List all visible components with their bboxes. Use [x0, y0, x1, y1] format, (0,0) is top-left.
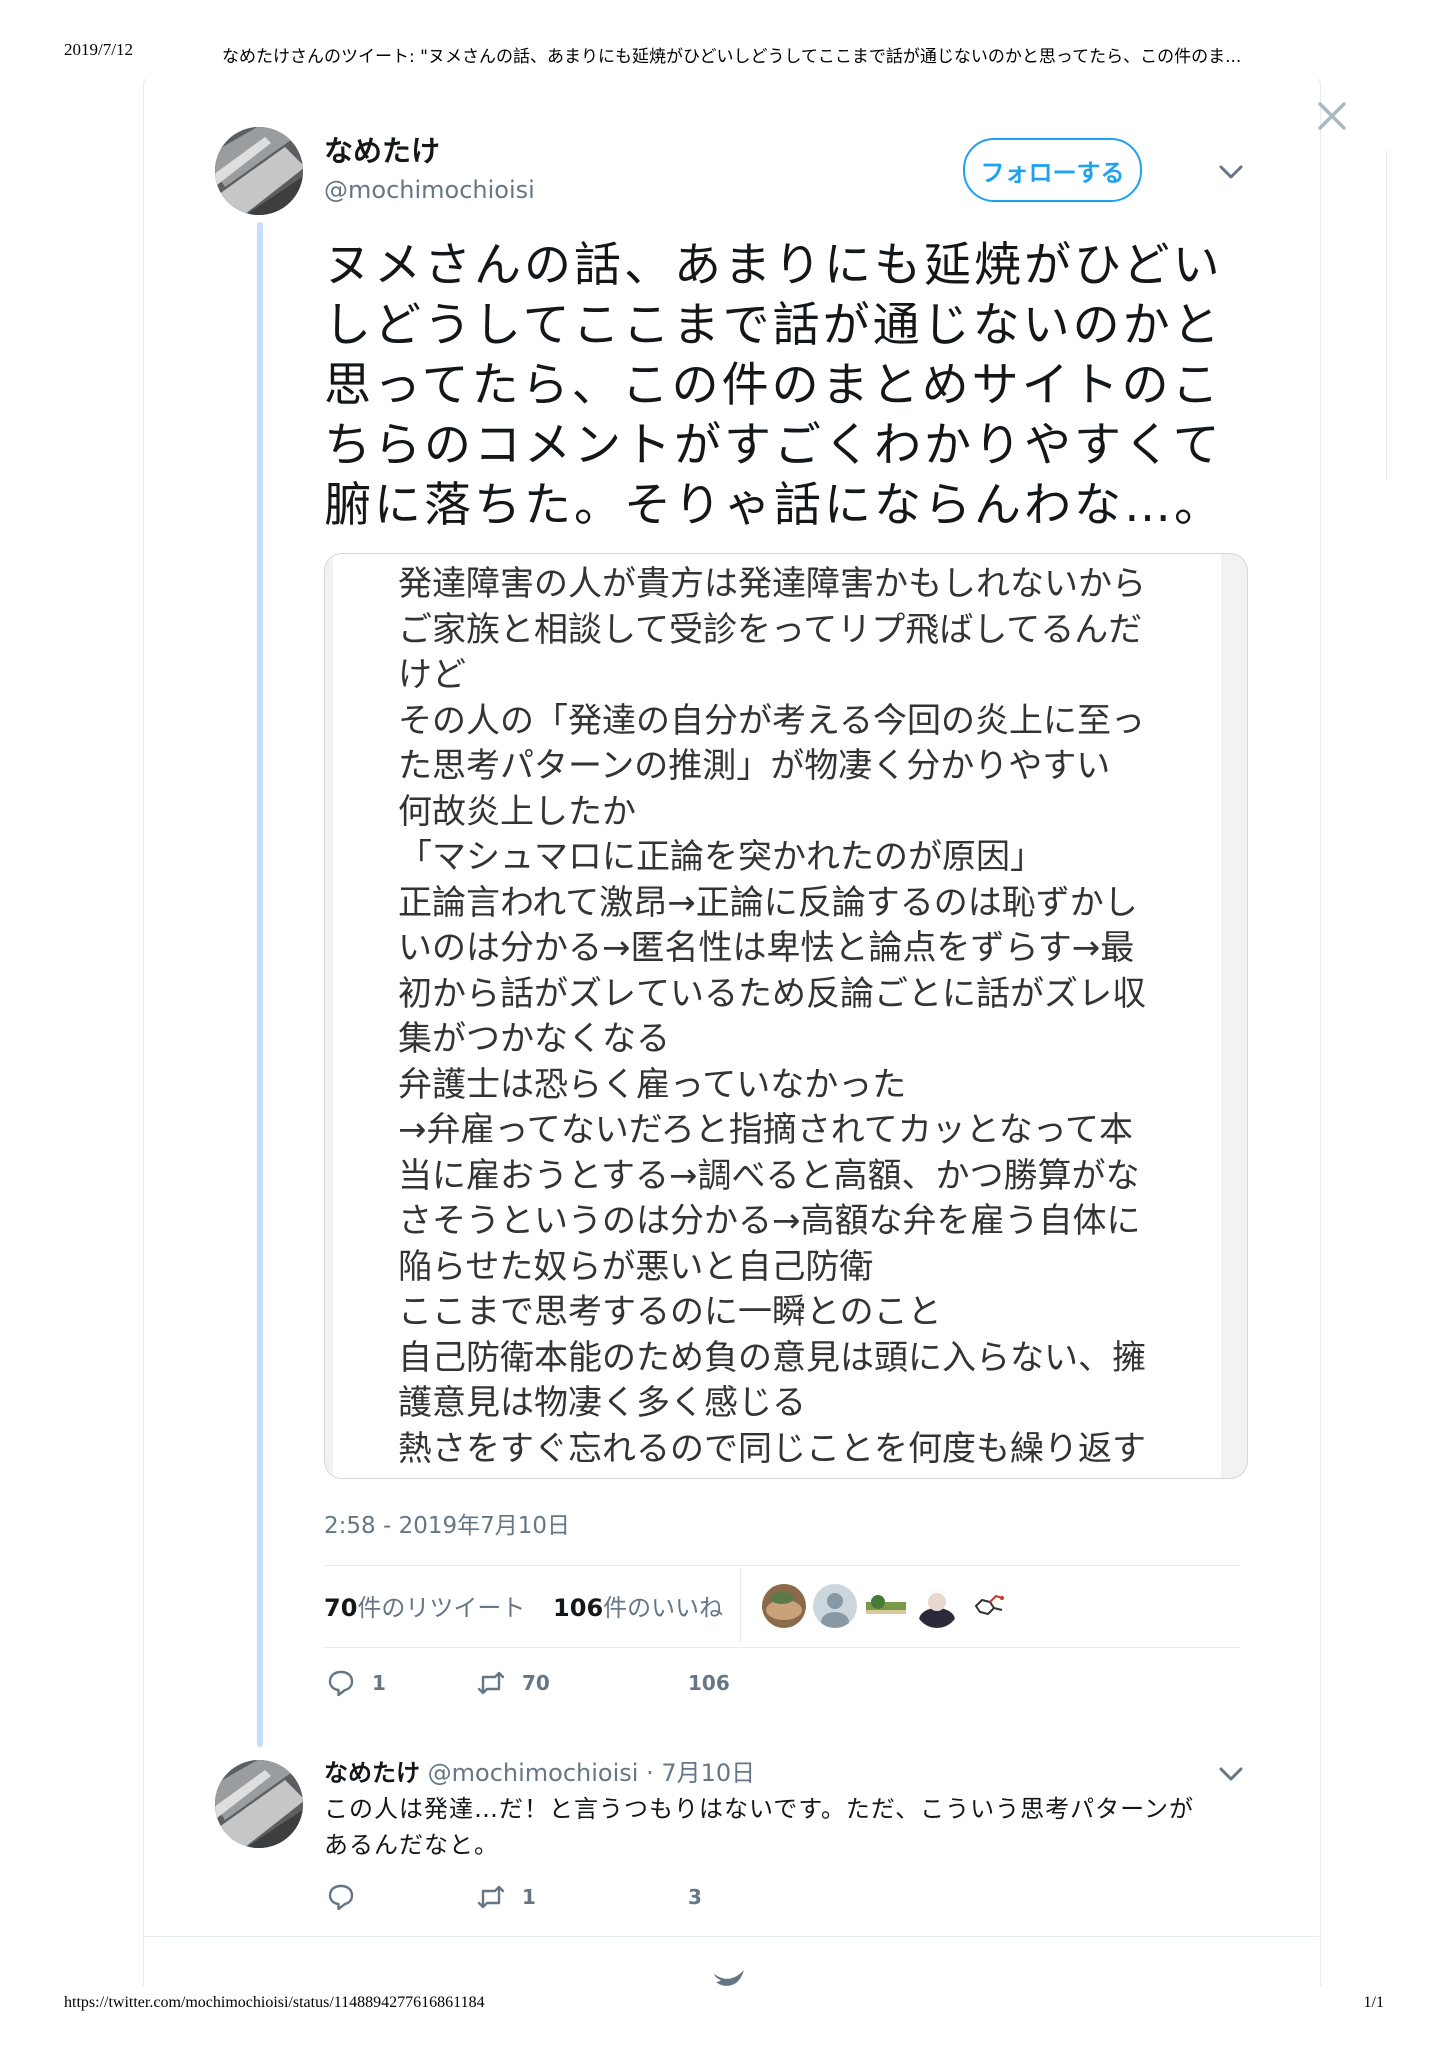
tweet-image-text: 発達障害の人が貴方は発達障害かもしれないから ご家族と相談して受診をってリプ飛ば… — [398, 562, 1218, 1472]
reply-tweet-reply-button[interactable] — [326, 1882, 372, 1912]
image-text-line: けど — [398, 655, 466, 695]
tweet-timestamp[interactable]: 2:58 - 2019年7月10日 — [324, 1506, 570, 1540]
divider — [324, 1647, 1240, 1648]
image-text-line: その人の「発達の自分が考える今回の炎上に至っ — [398, 700, 1145, 741]
liker-avatar[interactable] — [966, 1584, 1010, 1628]
like-icon — [642, 1668, 672, 1698]
image-text-line: 正論言われて激昂→正論に反論するのは恥ずかし — [398, 882, 1138, 923]
reply-button[interactable]: 1 — [326, 1668, 386, 1698]
print-footer-url: https://twitter.com/mochimochioisi/statu… — [64, 1994, 485, 2011]
reply-icon — [328, 1670, 354, 1697]
image-text-line: ここまで思考するのに一瞬とのこと — [398, 1292, 942, 1332]
reply-tweet-retweet-button[interactable]: 1 — [476, 1882, 536, 1912]
retweet-button[interactable]: 70 — [476, 1668, 550, 1698]
image-text-line: 陥らせた奴らが悪いと自己防衛 — [398, 1246, 874, 1287]
retweet-stat[interactable]: 70件のリツイート — [324, 1588, 525, 1623]
image-text-line: 当に雇おうとする→調べると高額、かつ勝算がな — [398, 1155, 1140, 1196]
tweet-stats: 70件のリツイート 106件のいいね — [324, 1588, 723, 1623]
background-edge — [1386, 150, 1387, 480]
chevron-down-icon[interactable] — [1218, 162, 1244, 182]
tweet-author-handle[interactable]: @mochimochioisi — [324, 176, 535, 204]
tweet-image-canvas: 発達障害の人が貴方は発達障害かもしれないから ご家族と相談して受診をってリプ飛ば… — [333, 554, 1221, 1478]
like-stat[interactable]: 106件のいいね — [553, 1588, 723, 1623]
reply-tweet-retweet-count: 1 — [522, 1885, 536, 1909]
image-text-line: 何故炎上したか — [398, 791, 636, 832]
retweet-icon — [477, 1671, 505, 1695]
image-text-line: 弁護士は恐らく雇っていなかった — [398, 1064, 907, 1105]
tweet-text-line: ちらのコメントがすごくわかりやすくて — [324, 418, 1223, 473]
reply-text: この人は発達…だ！と言うつもりはないです。ただ、こういう思考パターンが あるんだ… — [324, 1791, 1234, 1863]
tweet-text-line: 腑に落ちた。そりゃ話にならんわな…。 — [324, 478, 1224, 533]
image-text-line: →弁雇ってないだろと指摘されてカッとなって本 — [398, 1110, 1134, 1150]
liker-avatar[interactable] — [864, 1584, 908, 1628]
like-action-count: 106 — [688, 1671, 730, 1695]
reply-header: なめたけ @mochimochioisi · 7月10日 — [324, 1753, 755, 1788]
follow-button[interactable]: フォローする — [963, 138, 1142, 202]
reply-handle-date[interactable]: @mochimochioisi · 7月10日 — [428, 1759, 756, 1787]
chevron-down-icon[interactable] — [1218, 1764, 1244, 1784]
reply-avatar[interactable] — [215, 1760, 303, 1848]
image-text-line: さそうというのは分かる→高額な弁を雇う自体に — [398, 1201, 1141, 1241]
image-text-line: 「マシュマロに正論を突かれたのが原因」 — [398, 837, 1044, 877]
like-icon — [642, 1882, 672, 1912]
like-count: 106 — [553, 1594, 604, 1622]
retweet-icon — [477, 1885, 505, 1909]
tweet-text: ヌメさんの話、あまりにも延焼がひどい しどうしてここまで話が通じないのかと 思っ… — [324, 236, 1234, 536]
reply-tweet-like-count: 3 — [688, 1885, 702, 1909]
reply-author-name[interactable]: なめたけ — [324, 1759, 420, 1787]
tweet-author-name[interactable]: なめたけ — [324, 128, 440, 170]
retweet-label: 件のリツイート — [357, 1594, 526, 1622]
like-button[interactable]: 106 — [642, 1668, 730, 1698]
liker-avatar[interactable] — [762, 1584, 806, 1628]
twitter-bird-icon — [712, 1968, 746, 1988]
image-text-line: 初から話がズレているため反論ごとに話がズレ収 — [398, 973, 1146, 1014]
divider — [143, 1936, 1319, 1937]
liker-avatars — [762, 1584, 1010, 1628]
reply-icon — [328, 1884, 354, 1911]
like-label: 件のいいね — [603, 1594, 724, 1622]
reply-text-line: この人は発達…だ！と言うつもりはないです。ただ、こういう思考パターンが — [324, 1795, 1194, 1823]
image-text-line: 熱さをすぐ忘れるので同じことを何度も繰り返す — [398, 1428, 1146, 1469]
tweet-image[interactable]: 発達障害の人が貴方は発達障害かもしれないから ご家族と相談して受診をってリプ飛ば… — [324, 553, 1248, 1479]
image-text-line: 自己防衛本能のため負の意見は頭に入らない、擁 — [398, 1337, 1146, 1378]
retweet-count: 70 — [324, 1594, 358, 1622]
thread-line — [257, 222, 263, 1747]
image-text-line: 集がつかなくなる — [398, 1019, 670, 1059]
image-text-line: 発達障害の人が貴方は発達障害かもしれないから — [398, 564, 1146, 604]
print-header-title: なめたけさんのツイート: "ヌメさんの話、あまりにも延焼がひどいしどうしてここま… — [222, 47, 1242, 67]
print-footer-page: 1/1 — [1363, 1994, 1384, 2011]
liker-avatar[interactable] — [813, 1584, 857, 1628]
avatar[interactable] — [215, 127, 303, 215]
image-text-line: ご家族と相談して受診をってリプ飛ばしてるんだ — [398, 609, 1143, 650]
divider — [324, 1565, 1240, 1566]
reply-tweet-like-button[interactable]: 3 — [642, 1882, 702, 1912]
reply-text-line: あるんだなと。 — [324, 1831, 499, 1859]
image-text-line: いのは分かる→匿名性は卑怯と論点をずらす→最 — [398, 928, 1135, 968]
liker-avatar[interactable] — [915, 1584, 959, 1628]
reply-count: 1 — [372, 1671, 386, 1695]
tweet-text-line: 思ってたら、この件のまとめサイトのこ — [324, 358, 1222, 413]
tweet-text-line: しどうしてここまで話が通じないのかと — [324, 298, 1223, 353]
image-text-line: 護意見は物凄く多く感じる — [398, 1383, 806, 1423]
stats-separator — [740, 1568, 741, 1642]
tweet-text-line: ヌメさんの話、あまりにも延焼がひどい — [324, 238, 1223, 293]
close-icon[interactable] — [1312, 96, 1352, 136]
print-header-date: 2019/7/12 — [64, 40, 133, 59]
image-text-line: た思考パターンの推測」が物凄く分かりやすい — [398, 746, 1111, 786]
retweet-action-count: 70 — [522, 1671, 550, 1695]
